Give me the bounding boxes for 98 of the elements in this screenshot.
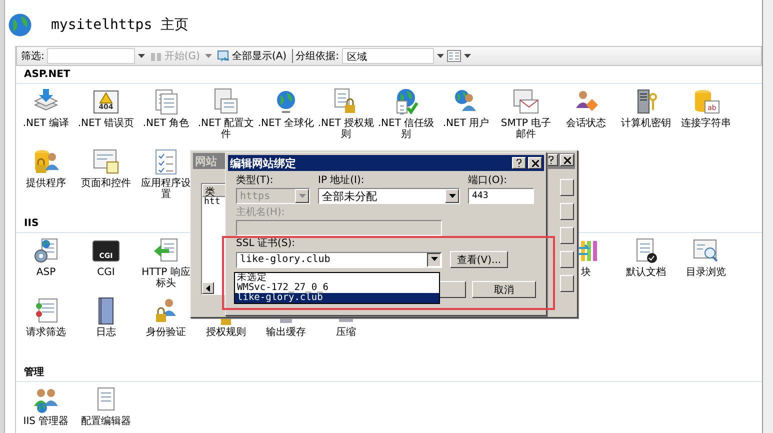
book-icon <box>98 298 114 324</box>
show-all-button[interactable]: 全部显示(A) <box>214 49 289 63</box>
close-button[interactable] <box>560 154 574 166</box>
feature-label[interactable]: 身份验证 <box>136 327 196 338</box>
dialog-title: 编辑网站绑定 <box>230 156 297 170</box>
feature-label[interactable]: 目录浏览 <box>676 267 736 278</box>
feature-label[interactable]: 计算机密钥 <box>616 118 676 129</box>
database-person-icon <box>35 150 59 173</box>
globe-icon <box>7 12 33 38</box>
dialog-title: 网站 <box>195 154 217 168</box>
document-lock-icon <box>334 88 355 113</box>
globe-icon <box>277 91 295 113</box>
feature-label[interactable]: .NET 授权规则 <box>316 118 376 140</box>
users-icon <box>34 389 58 413</box>
feature-label[interactable]: 提供程序 <box>16 178 76 189</box>
feature-label[interactable]: .NET 错误页 <box>76 118 136 129</box>
database-icon <box>695 90 720 114</box>
feature-label[interactable]: 连接字符串 <box>676 118 736 129</box>
feature-label[interactable]: .NET 配置文件 <box>196 118 256 140</box>
section-header: ASP.NET <box>16 66 762 84</box>
dialog-button[interactable] <box>560 179 574 196</box>
port-label: 端口(O): <box>468 175 508 187</box>
close-icon <box>564 156 570 164</box>
caret-icon <box>436 54 444 58</box>
filter-label: 筛选: <box>21 50 44 63</box>
terminal-icon <box>92 240 120 262</box>
dialog-button[interactable] <box>560 275 574 292</box>
feature-label[interactable]: 压缩 <box>316 327 376 338</box>
ssl-dropdown[interactable]: like-glory.club <box>236 252 442 268</box>
feature-label[interactable]: .NET 信任级别 <box>376 118 436 140</box>
filter-field[interactable] <box>47 48 136 64</box>
arrow-document-icon <box>154 238 178 262</box>
ip-dropdown[interactable]: 全部未分配 <box>318 188 460 204</box>
close-icon <box>532 160 538 166</box>
dialog-button[interactable] <box>560 203 574 220</box>
scroll-left-button[interactable] <box>202 282 214 294</box>
checklist-icon <box>156 150 176 174</box>
feature-label[interactable]: 配置编辑器 <box>76 416 136 427</box>
stack-icon <box>34 89 58 111</box>
feature-label[interactable]: CGI <box>76 267 136 278</box>
warning-icon <box>94 90 118 114</box>
feature-label[interactable]: IIS 管理器 <box>16 416 76 427</box>
feature-label[interactable]: 授权规则 <box>196 327 256 338</box>
feature-label[interactable]: ASP <box>16 267 76 278</box>
magnifier-icon <box>694 240 718 262</box>
feature-label[interactable]: SMTP 电子邮件 <box>496 118 556 140</box>
dialog-button[interactable] <box>560 227 574 244</box>
feature-label[interactable]: 日志 <box>76 327 136 338</box>
ip-label: IP 地址(I): <box>318 175 366 187</box>
feature-label[interactable]: 输出缓存 <box>256 327 316 338</box>
feature-label[interactable]: 页面和控件 <box>76 178 136 189</box>
ssl-label: SSL 证书(S): <box>236 238 296 250</box>
help-button[interactable] <box>512 157 526 169</box>
close-button[interactable] <box>528 157 542 169</box>
feature-label[interactable]: 请求筛选 <box>16 327 76 338</box>
section-header: 管理 <box>16 364 762 382</box>
feature-label[interactable]: .NET 全球化 <box>256 118 316 129</box>
caret-icon <box>138 54 146 58</box>
caret-icon <box>298 194 306 198</box>
dropdown-button[interactable] <box>427 252 441 266</box>
form-icon <box>94 150 118 174</box>
person-lock-icon <box>156 299 176 322</box>
help-icon <box>548 156 554 164</box>
help-icon <box>516 159 522 167</box>
mail-icon <box>514 90 538 114</box>
page-title: mysitelhttps 主页 <box>51 16 189 34</box>
type-label: 类型(T): <box>236 175 274 187</box>
caret-icon <box>448 194 456 198</box>
group-by-field[interactable]: 区域 <box>342 48 434 64</box>
document-icon <box>156 90 178 114</box>
caret-icon <box>206 284 210 292</box>
view-button[interactable]: 查看(V)... <box>450 251 508 268</box>
server-key-icon <box>638 90 657 114</box>
port-field[interactable]: 443 <box>468 188 534 204</box>
dialog-button[interactable] <box>560 251 574 268</box>
view-icon[interactable] <box>446 50 461 62</box>
globe-check-icon <box>396 89 418 115</box>
document-icon <box>98 388 114 410</box>
person-icon <box>455 90 476 111</box>
caret-icon <box>430 257 438 262</box>
feature-label[interactable]: 默认文档 <box>616 267 676 278</box>
table-cell-text: htt <box>203 197 222 207</box>
feature-label[interactable]: .NET 编译 <box>16 118 76 129</box>
feature-label[interactable]: .NET 用户 <box>436 118 496 129</box>
host-field[interactable] <box>236 220 442 236</box>
feature-label[interactable]: .NET 角色 <box>136 118 196 129</box>
window-icon <box>214 88 238 114</box>
filter-list-icon <box>36 298 58 322</box>
group-by-label: 分组依据: <box>296 50 339 63</box>
gear-icon <box>34 238 58 262</box>
column-header[interactable]: 类 <box>202 184 226 197</box>
certificate-option[interactable]: like-glory.club <box>235 293 439 303</box>
person-icon <box>576 91 598 111</box>
document-check-icon <box>636 238 657 263</box>
caret-icon <box>464 54 471 58</box>
feature-label[interactable]: 会话状态 <box>556 118 616 129</box>
cancel-button[interactable]: 取消 <box>472 281 536 298</box>
caret-icon <box>204 54 212 58</box>
